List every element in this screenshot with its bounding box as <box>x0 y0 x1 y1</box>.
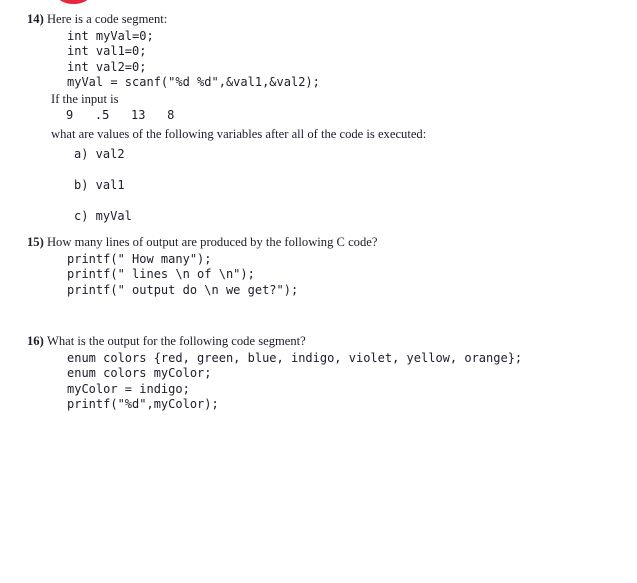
question-16-prompt: What is the output for the following cod… <box>46 334 306 348</box>
question-14-choice-c: c) myVal <box>74 209 132 224</box>
question-16-code-line-3: myColor = indigo; <box>67 381 190 396</box>
question-15-prompt: How many lines of output are produced by… <box>46 235 378 249</box>
question-16-heading: 16) What is the output for the following… <box>0 334 637 349</box>
document-page: 14) Here is a code segment: int myVal=0;… <box>0 0 637 583</box>
question-14-number: 14) <box>27 12 44 26</box>
question-16-code-line-2: enum colors myColor; <box>67 366 212 381</box>
question-14-heading: 14) Here is a code segment: <box>0 12 637 27</box>
question-16-number: 16) <box>27 334 44 348</box>
question-15-number: 15) <box>27 235 44 249</box>
question-14-prompt: Here is a code segment: <box>46 12 168 26</box>
question-16-code-line-1: enum colors {red, green, blue, indigo, v… <box>67 351 523 365</box>
question-14-followup: what are values of the following variabl… <box>51 127 427 142</box>
question-16-code-line-4: printf("%d",myColor); <box>67 396 219 411</box>
question-15-code-line-3: printf(" output do \n we get?"); <box>67 282 299 297</box>
question-14-input-values: 9 .5 13 8 <box>66 108 175 123</box>
question-14-code-line-4: myVal = scanf("%d %d",&val1,&val2); <box>67 74 320 89</box>
question-15-code-line-1: printf(" How many"); <box>67 252 212 266</box>
question-15-code-line-2: printf(" lines \n of \n"); <box>67 267 255 282</box>
question-14-code-line-3: int val2=0; <box>67 59 147 74</box>
red-ink-mark-icon <box>57 0 90 4</box>
question-14-choice-b: b) val1 <box>74 178 125 193</box>
question-16: 16) What is the output for the following… <box>0 334 637 412</box>
question-14-input-label: If the input is <box>51 92 119 107</box>
question-15-heading: 15) How many lines of output are produce… <box>0 235 637 250</box>
question-14-code-line-2: int val1=0; <box>67 44 147 59</box>
question-14-code-line-1: int myVal=0; <box>67 29 154 43</box>
question-14: 14) Here is a code segment: int myVal=0;… <box>0 12 637 224</box>
question-14-choice-a: a) val2 <box>74 147 125 162</box>
question-15: 15) How many lines of output are produce… <box>0 235 637 298</box>
